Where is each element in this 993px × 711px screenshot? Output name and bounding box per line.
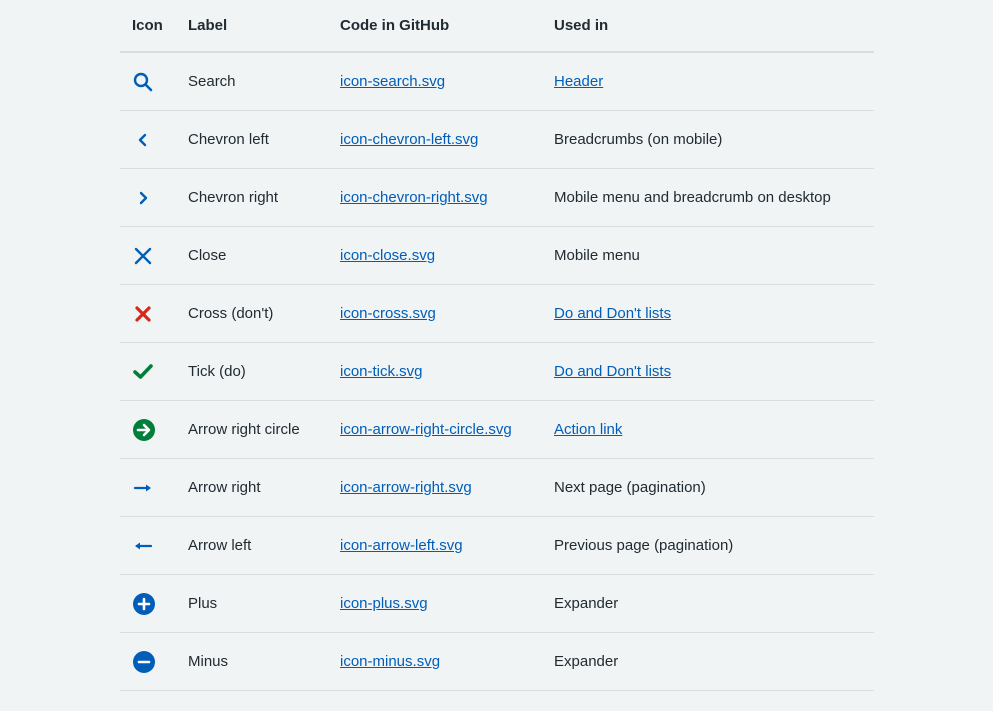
used-in-text: Expander: [554, 595, 619, 612]
table-row: Cross (don't) icon-cross.svg Do and Don't …: [120, 284, 874, 343]
code-cell: icon-arrow-left.svg: [340, 516, 554, 575]
code-cell: icon-minus.svg: [340, 632, 554, 691]
icon-cell: [120, 226, 188, 285]
icons-table: Icon Label Code in GitHub Used in Search…: [120, 0, 874, 691]
tick-icon: [132, 359, 158, 385]
icons-table-container: Icon Label Code in GitHub Used in Search…: [120, 0, 874, 691]
table-row: Minus icon-minus.svg Expander: [120, 632, 874, 691]
github-file-link[interactable]: icon-arrow-right.svg: [340, 479, 472, 496]
header-label: Label: [188, 0, 340, 53]
icon-label: Search: [188, 52, 340, 111]
used-in-link[interactable]: Header: [554, 73, 603, 90]
icon-cell: [120, 400, 188, 459]
close-icon: [132, 243, 158, 269]
table-row: Chevron left icon-chevron-left.svg Breadcr…: [120, 110, 874, 169]
header-used-in: Used in: [554, 0, 874, 53]
table-body: Search icon-search.svg Header Chevron left i…: [120, 52, 874, 691]
github-file-link[interactable]: icon-search.svg: [340, 73, 445, 90]
icon-label: Arrow right circle: [188, 400, 340, 459]
icon-cell: [120, 168, 188, 227]
used-in-cell: Breadcrumbs (on mobile): [554, 110, 874, 169]
used-in-text: Breadcrumbs (on mobile): [554, 131, 723, 148]
table-row: Arrow right icon-arrow-right.svg Next page…: [120, 458, 874, 517]
arrow-right-circle-icon: [132, 417, 158, 443]
code-cell: icon-cross.svg: [340, 284, 554, 343]
used-in-text: Expander: [554, 653, 619, 670]
github-file-link[interactable]: icon-cross.svg: [340, 305, 436, 322]
code-cell: icon-arrow-right-circle.svg: [340, 400, 554, 459]
github-file-link[interactable]: icon-close.svg: [340, 247, 435, 264]
used-in-cell: Next page (pagination): [554, 458, 874, 517]
code-cell: icon-search.svg: [340, 52, 554, 111]
code-cell: icon-plus.svg: [340, 574, 554, 633]
table-header-row: Icon Label Code in GitHub Used in: [120, 0, 874, 53]
code-cell: icon-tick.svg: [340, 342, 554, 401]
icon-label: Minus: [188, 632, 340, 691]
icon-label: Arrow left: [188, 516, 340, 575]
icon-label: Chevron left: [188, 110, 340, 169]
icon-cell: [120, 632, 188, 691]
table-row: Plus icon-plus.svg Expander: [120, 574, 874, 633]
code-cell: icon-chevron-left.svg: [340, 110, 554, 169]
used-in-cell: Previous page (pagination): [554, 516, 874, 575]
icon-cell: [120, 574, 188, 633]
icon-cell: [120, 342, 188, 401]
used-in-text: Next page (pagination): [554, 479, 706, 496]
icon-cell: [120, 458, 188, 517]
icon-label: Tick (do): [188, 342, 340, 401]
table-row: Arrow left icon-arrow-left.svg Previous pa…: [120, 516, 874, 575]
github-file-link[interactable]: icon-arrow-left.svg: [340, 537, 463, 554]
icon-label: Chevron right: [188, 168, 340, 227]
used-in-cell: Do and Don't lists: [554, 342, 874, 401]
table-row: Search icon-search.svg Header: [120, 52, 874, 111]
code-cell: icon-chevron-right.svg: [340, 168, 554, 227]
arrow-right-icon: [132, 475, 158, 501]
used-in-link[interactable]: Do and Don't lists: [554, 305, 671, 322]
used-in-cell: Header: [554, 52, 874, 111]
icon-label: Plus: [188, 574, 340, 633]
icon-cell: [120, 52, 188, 111]
used-in-text: Previous page (pagination): [554, 537, 734, 554]
used-in-cell: Mobile menu: [554, 226, 874, 285]
used-in-text: Mobile menu and breadcrumb on desktop: [554, 189, 831, 206]
icon-label: Arrow right: [188, 458, 340, 517]
used-in-text: Mobile menu: [554, 247, 640, 264]
header-icon: Icon: [120, 0, 188, 53]
github-file-link[interactable]: icon-chevron-left.svg: [340, 131, 478, 148]
used-in-cell: Expander: [554, 632, 874, 691]
used-in-link[interactable]: Do and Don't lists: [554, 363, 671, 380]
icon-label: Close: [188, 226, 340, 285]
used-in-cell: Do and Don't lists: [554, 284, 874, 343]
plus-icon: [132, 591, 158, 617]
used-in-cell: Expander: [554, 574, 874, 633]
github-file-link[interactable]: icon-chevron-right.svg: [340, 189, 488, 206]
arrow-left-icon: [132, 533, 158, 559]
github-file-link[interactable]: icon-minus.svg: [340, 653, 440, 670]
used-in-cell: Action link: [554, 400, 874, 459]
icon-label: Cross (don't): [188, 284, 340, 343]
used-in-link[interactable]: Action link: [554, 421, 622, 438]
table-row: Close icon-close.svg Mobile menu: [120, 226, 874, 285]
github-file-link[interactable]: icon-arrow-right-circle.svg: [340, 421, 512, 438]
cross-icon: [132, 301, 158, 327]
chevron-left-icon: [132, 127, 158, 153]
used-in-cell: Mobile menu and breadcrumb on desktop: [554, 168, 874, 227]
table-row: Tick (do) icon-tick.svg Do and Don't lists: [120, 342, 874, 401]
github-file-link[interactable]: icon-tick.svg: [340, 363, 423, 380]
minus-icon: [132, 649, 158, 675]
table-row: Arrow right circle icon-arrow-right-circl…: [120, 400, 874, 459]
github-file-link[interactable]: icon-plus.svg: [340, 595, 428, 612]
icon-cell: [120, 284, 188, 343]
header-code: Code in GitHub: [340, 0, 554, 53]
icon-cell: [120, 110, 188, 169]
chevron-right-icon: [132, 185, 158, 211]
code-cell: icon-arrow-right.svg: [340, 458, 554, 517]
code-cell: icon-close.svg: [340, 226, 554, 285]
table-row: Chevron right icon-chevron-right.svg Mobil…: [120, 168, 874, 227]
search-icon: [132, 69, 158, 95]
icon-cell: [120, 516, 188, 575]
